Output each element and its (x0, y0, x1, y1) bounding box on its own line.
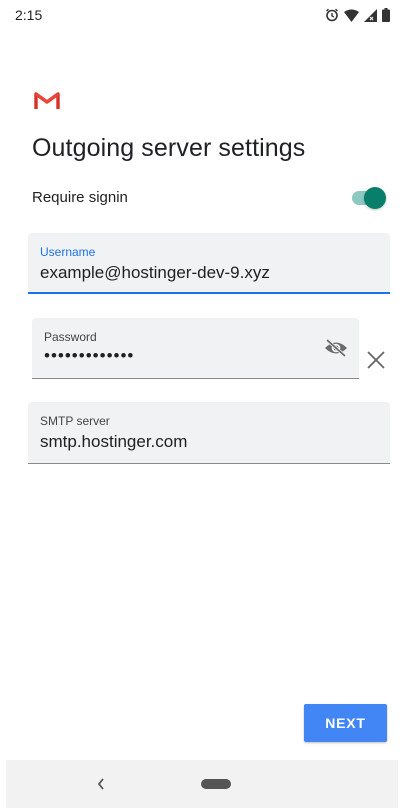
page-title: Outgoing server settings (32, 134, 306, 162)
require-signin-toggle[interactable] (350, 186, 386, 209)
status-bar: 2:15 (0, 0, 404, 30)
wifi-icon (344, 9, 359, 22)
smtp-server-value[interactable]: smtp.hostinger.com (40, 432, 187, 452)
toggle-thumb (364, 187, 386, 209)
smtp-server-field[interactable]: SMTP server smtp.hostinger.com (28, 402, 390, 464)
alarm-icon (325, 8, 339, 22)
password-label: Password (44, 330, 97, 344)
password-value[interactable]: ••••••••••••• (44, 346, 134, 366)
password-field[interactable]: Password ••••••••••••• (32, 318, 359, 379)
gmail-logo-icon (34, 90, 60, 110)
signal-icon (364, 8, 377, 22)
require-signin-label: Require signin (32, 189, 128, 206)
smtp-server-underline (28, 463, 390, 464)
battery-icon (382, 8, 390, 22)
home-pill[interactable] (201, 779, 231, 789)
next-button[interactable]: NEXT (304, 704, 387, 742)
username-label: Username (40, 245, 96, 259)
password-underline (32, 378, 359, 379)
status-icons (325, 7, 390, 23)
require-signin-row: Require signin (32, 180, 386, 214)
username-field[interactable]: Username example@hostinger-dev-9.xyz (28, 233, 390, 294)
username-value[interactable]: example@hostinger-dev-9.xyz (40, 263, 270, 283)
navigation-bar (6, 760, 398, 808)
back-icon[interactable] (91, 774, 111, 794)
status-time: 2:15 (15, 7, 43, 23)
close-icon[interactable] (364, 348, 388, 372)
eye-off-icon[interactable] (323, 336, 349, 360)
smtp-server-label: SMTP server (40, 414, 110, 428)
username-underline (28, 292, 390, 294)
screen: 2:15 Outgoing server settings Require si… (0, 0, 404, 808)
